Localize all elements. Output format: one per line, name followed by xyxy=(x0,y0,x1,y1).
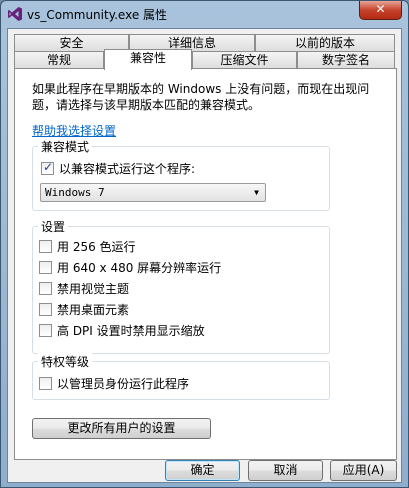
settings-group: 设置 用 256 色运行 用 640 x 480 屏幕分辨率运行 禁用视觉主题 … xyxy=(32,218,330,354)
compat-mode-label: 兼容模式 xyxy=(38,138,93,155)
privilege-label: 特权等级 xyxy=(38,353,93,370)
tab-general[interactable]: 常规 xyxy=(14,51,104,69)
tab-compatibility[interactable]: 兼容性 xyxy=(104,49,192,70)
help-me-choose-link[interactable]: 帮助我选择设置 xyxy=(32,122,116,139)
run-compat-mode-label: 以兼容模式运行这个程序: xyxy=(59,161,196,176)
title-bar[interactable]: vs_Community.exe 属性 ✕ xyxy=(1,1,408,27)
checkbox-640x480[interactable] xyxy=(39,260,52,274)
compatibility-panel: 如果此程序在早期版本的 Windows 上没有问题，而现在出现问题，请选择与该早… xyxy=(14,68,397,460)
os-version-value: Windows 7 xyxy=(45,186,105,199)
run-as-admin-option[interactable]: 以管理员身份运行此程序 xyxy=(39,375,189,391)
tab-digital-signatures[interactable]: 数字签名 xyxy=(297,51,395,69)
ok-button[interactable]: 确定 xyxy=(165,460,240,481)
checkbox-disable-desktop-composition[interactable] xyxy=(39,302,52,316)
run-as-admin-checkbox[interactable] xyxy=(39,376,52,390)
setting-640x480[interactable]: 用 640 x 480 屏幕分辨率运行 xyxy=(39,259,221,275)
setting-disable-dpi-scaling[interactable]: 高 DPI 设置时禁用显示缩放 xyxy=(39,322,205,338)
label-640x480: 用 640 x 480 屏幕分辨率运行 xyxy=(57,260,222,275)
label-disable-visual-themes: 禁用视觉主题 xyxy=(57,281,130,296)
apply-button[interactable]: 应用(A) xyxy=(330,460,397,481)
compatibility-description: 如果此程序在早期版本的 Windows 上没有问题，而现在出现问题，请选择与该早… xyxy=(32,82,370,112)
chevron-down-icon: ▼ xyxy=(254,188,259,197)
properties-window: vs_Community.exe 属性 ✕ 安全 详细信息 以前的版本 常规 兼… xyxy=(0,0,409,488)
run-compat-mode-checkbox[interactable] xyxy=(41,160,54,175)
checkbox-disable-dpi-scaling[interactable] xyxy=(39,323,52,337)
label-disable-dpi-scaling: 高 DPI 设置时禁用显示缩放 xyxy=(57,323,205,338)
setting-256-colors[interactable]: 用 256 色运行 xyxy=(39,238,136,254)
cancel-button[interactable]: 取消 xyxy=(248,460,323,481)
visual-studio-icon xyxy=(8,7,22,21)
checkbox-256-colors[interactable] xyxy=(39,239,52,253)
dialog-body: 安全 详细信息 以前的版本 常规 兼容性 压缩文件 数字签名 如果此程序在早期版… xyxy=(7,28,402,483)
label-256-colors: 用 256 色运行 xyxy=(57,239,136,254)
settings-label: 设置 xyxy=(38,218,69,235)
tab-previous-versions[interactable]: 以前的版本 xyxy=(255,34,395,52)
setting-disable-desktop-composition[interactable]: 禁用桌面元素 xyxy=(39,301,129,317)
close-button[interactable]: ✕ xyxy=(359,1,402,20)
os-version-dropdown[interactable]: Windows 7 ▼ xyxy=(40,183,266,202)
change-all-users-button[interactable]: 更改所有用户的设置 xyxy=(32,418,211,439)
compat-mode-group: 兼容模式 以兼容模式运行这个程序: Windows 7 ▼ xyxy=(32,138,330,211)
run-compat-mode-option[interactable]: 以兼容模式运行这个程序: xyxy=(41,160,195,176)
window-title: vs_Community.exe 属性 xyxy=(27,8,168,22)
tab-compressed-files[interactable]: 压缩文件 xyxy=(192,51,297,69)
privilege-group: 特权等级 以管理员身份运行此程序 xyxy=(32,353,330,400)
checkbox-disable-visual-themes[interactable] xyxy=(39,281,52,295)
setting-disable-visual-themes[interactable]: 禁用视觉主题 xyxy=(39,280,129,296)
run-as-admin-label: 以管理员身份运行此程序 xyxy=(57,376,190,391)
label-disable-desktop-composition: 禁用桌面元素 xyxy=(57,302,130,317)
